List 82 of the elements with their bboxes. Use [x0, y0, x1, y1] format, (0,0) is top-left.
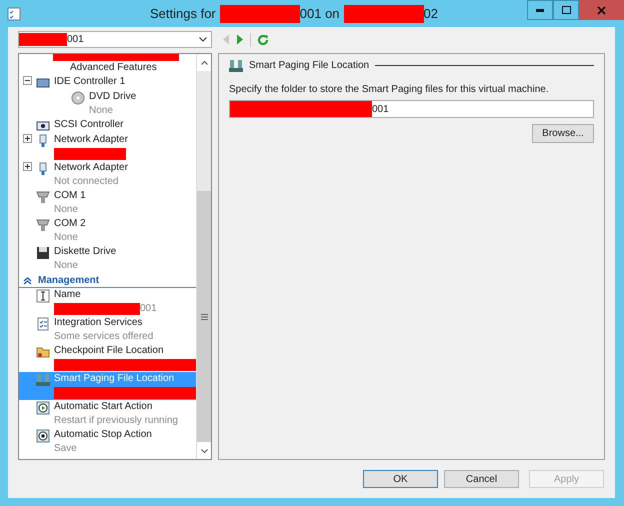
- text: 02: [424, 4, 438, 23]
- browse-button[interactable]: Browse...: [532, 124, 594, 143]
- item-label: Checkpoint File Location: [54, 344, 165, 358]
- scroll-down-icon[interactable]: [200, 448, 208, 452]
- text: Settings for: [150, 4, 216, 23]
- tree-item[interactable]: IDE Controller 1: [19, 75, 196, 90]
- minimize-icon: [536, 8, 544, 12]
- item-label: COM 1: [54, 189, 86, 203]
- item-label: COM 2: [54, 217, 86, 231]
- tree-item[interactable]: Integration Services Some services offered: [19, 316, 196, 344]
- stop-icon: [36, 429, 50, 443]
- collapse-icon[interactable]: [23, 76, 32, 85]
- close-icon: [597, 6, 606, 14]
- minimize-button[interactable]: [527, 0, 553, 20]
- checklist-icon: [36, 317, 50, 331]
- serial-port-icon: [36, 218, 50, 232]
- text: 001: [67, 33, 84, 47]
- scrollbar[interactable]: [196, 54, 211, 459]
- controller-icon: [36, 119, 50, 133]
- item-label: Automatic Stop Action: [54, 428, 152, 442]
- redaction-mark: [19, 33, 67, 46]
- item-label: Integration Services: [54, 316, 144, 330]
- dialog-button[interactable]: OK: [363, 470, 438, 488]
- play-icon: [36, 401, 50, 415]
- tree-item[interactable]: COM 2 None: [19, 217, 196, 245]
- text: Some services offered: [54, 330, 154, 344]
- scroll-up-icon[interactable]: [200, 60, 208, 64]
- text: None: [89, 104, 113, 118]
- dialog-button[interactable]: Cancel: [444, 470, 519, 488]
- text: 001: [140, 302, 157, 316]
- item-label: Automatic Start Action: [54, 400, 154, 414]
- text: None: [54, 259, 78, 273]
- vm-dropdown[interactable]: 001: [18, 31, 212, 48]
- text: Save: [54, 442, 77, 456]
- tree-item[interactable]: Network Adapter: [19, 133, 196, 161]
- section-header[interactable]: Management: [38, 272, 100, 288]
- controller-icon: [36, 76, 50, 90]
- disc-icon: [71, 91, 85, 105]
- maximize-icon: [562, 6, 570, 14]
- collapse-chevrons-icon[interactable]: [23, 276, 32, 284]
- scroll-grip-icon[interactable]: [200, 314, 208, 320]
- tree-item[interactable]: Diskette Drive None: [19, 245, 196, 273]
- close-button[interactable]: [579, 0, 624, 20]
- text: 001: [372, 102, 389, 116]
- path-field[interactable]: 001: [229, 100, 594, 118]
- expand-icon[interactable]: [23, 162, 32, 171]
- tree-item[interactable]: Checkpoint File Location: [19, 344, 196, 372]
- item-label: Smart Paging File Location: [54, 372, 176, 386]
- item-label: IDE Controller 1: [54, 75, 126, 89]
- tree-item[interactable]: Network Adapter Not connected: [19, 161, 196, 189]
- item-label: SCSI Controller: [54, 118, 124, 132]
- tree-item[interactable]: Advanced Features: [19, 61, 196, 75]
- memory-icon: [229, 58, 243, 72]
- text: None: [54, 203, 78, 217]
- refresh-icon[interactable]: [257, 34, 269, 46]
- tree-item[interactable]: SCSI Controller: [19, 118, 196, 133]
- item-label: Network Adapter: [54, 161, 128, 175]
- serial-port-icon: [36, 190, 50, 204]
- item-label: DVD Drive: [89, 90, 136, 104]
- tree-item[interactable]: Name 001: [19, 288, 196, 316]
- item-label: Advanced Features: [70, 61, 157, 75]
- memory-icon: [36, 373, 50, 387]
- text-cursor-icon: [36, 289, 50, 303]
- text: Restart if previously running: [54, 414, 178, 428]
- redaction-mark: [54, 148, 126, 160]
- description: Specify the folder to store the Smart Paging files for this virtual machine.: [229, 83, 550, 97]
- text: None: [54, 231, 78, 245]
- forward-arrow-icon[interactable]: [236, 34, 244, 45]
- tree-item[interactable]: DVD Drive None: [19, 90, 196, 118]
- expand-icon[interactable]: [23, 134, 32, 143]
- tree-item[interactable]: COM 1 None: [19, 189, 196, 217]
- tree-item[interactable]: Automatic Start Action Restart if previously running: [19, 400, 196, 428]
- text: Not connected: [54, 175, 118, 189]
- item-label: Network Adapter: [54, 133, 128, 147]
- text: 001 on: [300, 4, 340, 23]
- folder-icon: [36, 345, 50, 359]
- item-label: Diskette Drive: [54, 245, 116, 259]
- panel-title: Smart Paging File Location: [249, 59, 370, 73]
- maximize-button[interactable]: [553, 0, 579, 20]
- item-label: Name: [54, 288, 82, 302]
- settings-app-icon: [7, 6, 21, 20]
- tree-item[interactable]: Automatic Stop Action Save: [19, 428, 196, 456]
